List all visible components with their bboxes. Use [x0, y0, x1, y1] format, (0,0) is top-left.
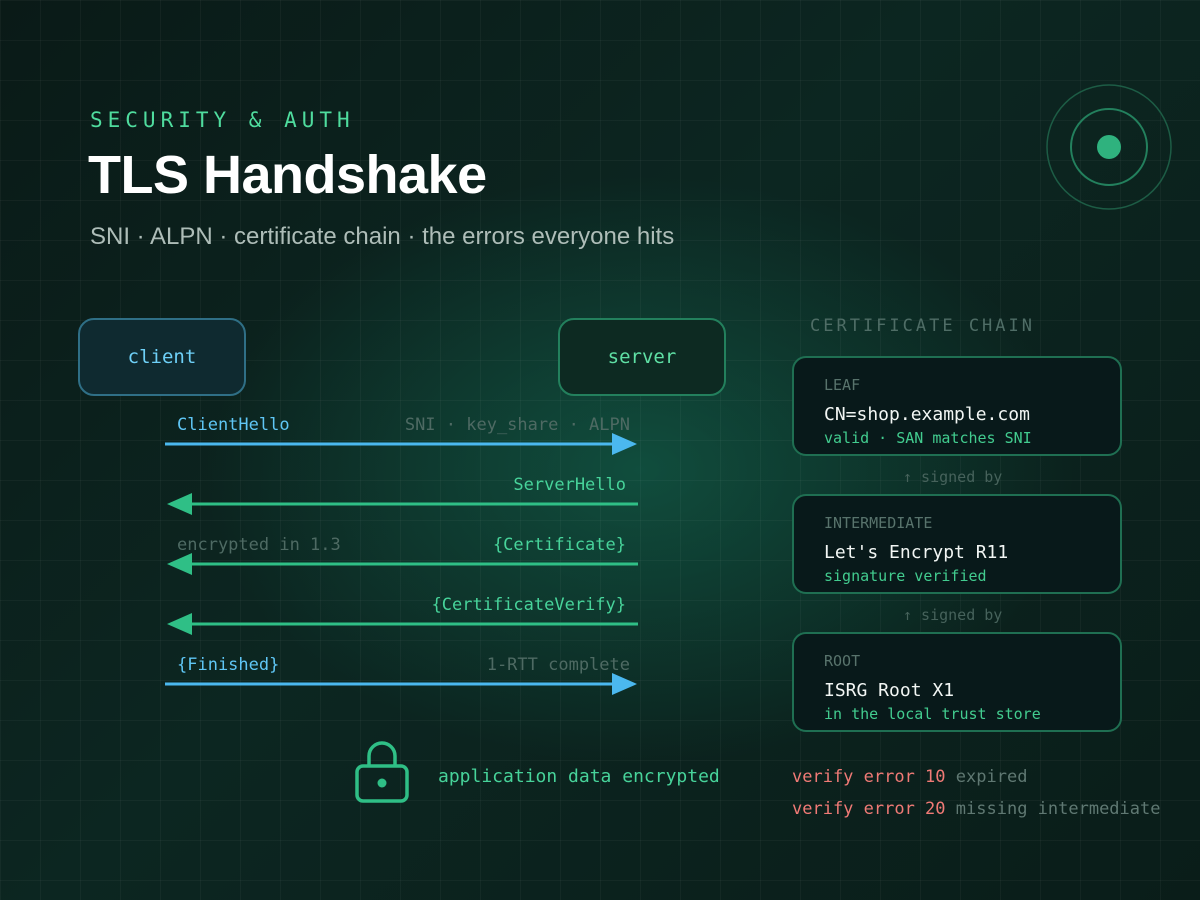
cert-kind: LEAF	[824, 376, 861, 394]
cert-status: in the local trust store	[824, 705, 1041, 723]
arrow-certificate-verify	[167, 613, 638, 635]
arrow-server-hello	[167, 493, 638, 515]
cert-status: valid · SAN matches SNI	[824, 429, 1032, 447]
verify-error-line: verify error 20 missing intermediate	[792, 799, 1160, 819]
cert-name: CN=shop.example.com	[824, 404, 1030, 425]
cert-name: ISRG Root X1	[824, 680, 955, 701]
arrow-finished	[165, 673, 637, 695]
cert-name: Let's Encrypt R11	[824, 542, 1009, 563]
application-data-label: application data encrypted	[438, 766, 720, 787]
message-note: SNI · key_share · ALPN	[404, 415, 630, 435]
verify-error-line: verify error 10 expired	[792, 767, 1027, 787]
cert-kind: INTERMEDIATE	[824, 514, 933, 532]
error-code: verify error 10	[792, 767, 946, 787]
message-note: 1-RTT complete	[486, 655, 630, 675]
message-label: {Finished}	[177, 655, 280, 675]
arrow-certificate	[167, 553, 638, 575]
cert-kind: ROOT	[824, 652, 861, 670]
signed-by-label: ↑ signed by	[903, 468, 1003, 486]
error-description: expired	[955, 767, 1028, 787]
cert-card-leaf: LEAF CN=shop.example.com valid · SAN mat…	[792, 356, 1122, 456]
message-label: ClientHello	[177, 415, 290, 435]
cert-card-root: ROOT ISRG Root X1 in the local trust sto…	[792, 632, 1122, 732]
cert-card-intermediate: INTERMEDIATE Let's Encrypt R11 signature…	[792, 494, 1122, 594]
error-code: verify error 20	[792, 799, 946, 819]
message-label: {CertificateVerify}	[431, 595, 626, 615]
message-note: encrypted in 1.3	[177, 535, 341, 555]
message-label: ServerHello	[513, 475, 626, 495]
cert-status: signature verified	[824, 567, 987, 585]
arrow-client-hello	[165, 433, 637, 455]
signed-by-label: ↑ signed by	[903, 606, 1003, 624]
certificate-chain-heading: CERTIFICATE CHAIN	[810, 316, 1035, 336]
error-description: missing intermediate	[955, 799, 1161, 819]
lock-icon	[355, 741, 409, 803]
message-label: {Certificate}	[492, 535, 626, 555]
